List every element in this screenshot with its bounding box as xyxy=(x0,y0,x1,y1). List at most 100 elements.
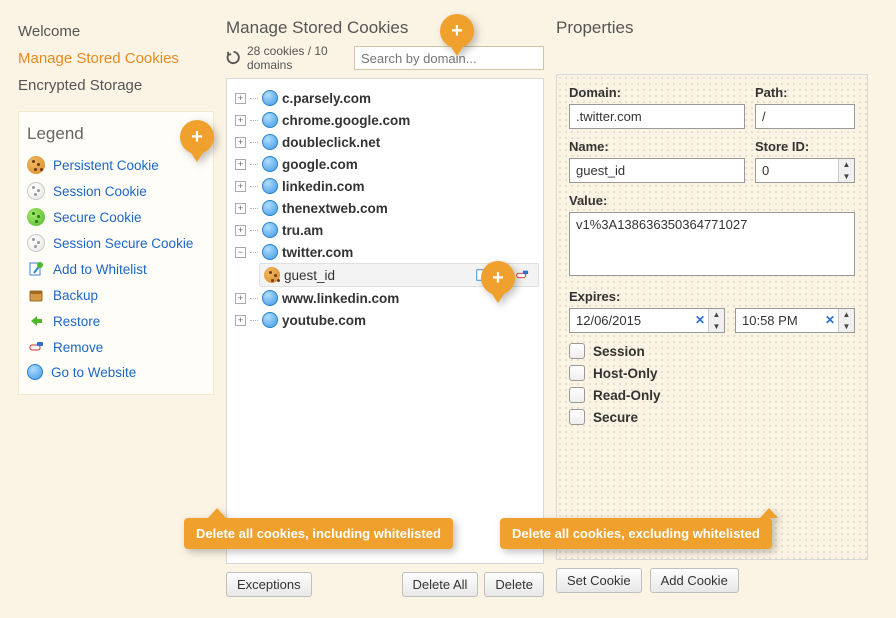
globe-icon xyxy=(262,90,278,106)
readonly-checkbox[interactable] xyxy=(569,387,585,403)
spin-up-icon[interactable]: ▲ xyxy=(839,309,854,321)
cookie-persistent-icon xyxy=(264,267,280,283)
domain-row[interactable]: + chrome.google.com xyxy=(231,109,539,131)
spin-down-icon[interactable]: ▼ xyxy=(839,171,854,183)
refresh-icon[interactable] xyxy=(226,50,241,66)
path-input[interactable] xyxy=(755,104,855,129)
domain-row[interactable]: +thenextweb.com xyxy=(231,197,539,219)
cookie-persistent-icon xyxy=(27,156,45,174)
domain-name: c.parsely.com xyxy=(282,91,371,106)
globe-icon xyxy=(262,200,278,216)
properties-title: Properties xyxy=(556,18,868,40)
domain-name: tru.am xyxy=(282,223,323,238)
domain-name: youtube.com xyxy=(282,313,366,328)
legend-remove[interactable]: Remove xyxy=(27,334,205,360)
expires-label: Expires: xyxy=(569,289,855,304)
clear-date-icon[interactable]: ✕ xyxy=(695,313,705,327)
domain-label: Domain: xyxy=(569,85,745,100)
legend-backup[interactable]: Backup xyxy=(27,282,205,308)
domain-name: google.com xyxy=(282,157,358,172)
domain-row[interactable]: − twitter.com xyxy=(231,241,539,263)
whitelist-icon xyxy=(27,260,45,278)
delete-all-button[interactable]: Delete All xyxy=(402,572,479,597)
domain-row[interactable]: + tru.am xyxy=(231,219,539,241)
legend-label: Remove xyxy=(53,340,103,355)
name-input[interactable] xyxy=(569,158,745,183)
legend-session-secure-cookie[interactable]: Session Secure Cookie xyxy=(27,230,205,256)
legend-goto-website[interactable]: Go to Website xyxy=(27,360,205,384)
expand-icon[interactable]: + xyxy=(235,225,246,236)
expand-icon[interactable]: + xyxy=(235,137,246,148)
domain-row[interactable]: + doubleclick.net xyxy=(231,131,539,153)
domain-name: twitter.com xyxy=(282,245,353,260)
spin-up-icon[interactable]: ▲ xyxy=(709,309,724,321)
callout-plus-row: + xyxy=(481,261,515,303)
expires-time-input[interactable] xyxy=(735,308,855,333)
domain-input[interactable] xyxy=(569,104,745,129)
readonly-label: Read-Only xyxy=(593,388,661,403)
domain-name: chrome.google.com xyxy=(282,113,410,128)
legend-label: Backup xyxy=(53,288,98,303)
legend-label: Secure Cookie xyxy=(53,210,142,225)
domain-name: linkedin.com xyxy=(282,179,365,194)
expand-icon[interactable]: + xyxy=(235,315,246,326)
spin-down-icon[interactable]: ▼ xyxy=(839,321,854,333)
expand-icon[interactable]: + xyxy=(235,93,246,104)
expand-icon[interactable]: + xyxy=(235,181,246,192)
legend-secure-cookie[interactable]: Secure Cookie xyxy=(27,204,205,230)
expand-icon[interactable]: + xyxy=(235,115,246,126)
spin-up-icon[interactable]: ▲ xyxy=(839,159,854,171)
restore-icon xyxy=(27,312,45,330)
exceptions-button[interactable]: Exceptions xyxy=(226,572,312,597)
callout-plus-title: + xyxy=(440,14,474,56)
legend-label: Restore xyxy=(53,314,100,329)
delete-button[interactable]: Delete xyxy=(484,572,544,597)
remove-icon[interactable] xyxy=(514,267,530,283)
domain-row[interactable]: + youtube.com xyxy=(231,309,539,331)
session-label: Session xyxy=(593,344,645,359)
globe-icon xyxy=(27,364,43,380)
clear-time-icon[interactable]: ✕ xyxy=(825,313,835,327)
domain-row[interactable]: + linkedin.com xyxy=(231,175,539,197)
secure-label: Secure xyxy=(593,410,638,425)
cookie-session-icon xyxy=(27,182,45,200)
collapse-icon[interactable]: − xyxy=(235,247,246,258)
nav-encrypted-storage[interactable]: Encrypted Storage xyxy=(18,72,214,99)
domain-name: doubleclick.net xyxy=(282,135,380,150)
legend-restore[interactable]: Restore xyxy=(27,308,205,334)
backup-icon xyxy=(27,286,45,304)
secure-checkbox[interactable] xyxy=(569,409,585,425)
globe-icon xyxy=(262,244,278,260)
session-checkbox[interactable] xyxy=(569,343,585,359)
manage-title: Manage Stored Cookies xyxy=(226,18,544,40)
expand-icon[interactable]: + xyxy=(235,203,246,214)
legend-persistent-cookie[interactable]: Persistent Cookie xyxy=(27,152,205,178)
value-label: Value: xyxy=(569,193,855,208)
expand-icon[interactable]: + xyxy=(235,159,246,170)
spin-down-icon[interactable]: ▼ xyxy=(709,321,724,333)
cookie-session-secure-icon xyxy=(27,234,45,252)
expand-icon[interactable]: + xyxy=(235,293,246,304)
legend-label: Session Secure Cookie xyxy=(53,236,193,251)
domain-row[interactable]: + google.com xyxy=(231,153,539,175)
cookie-tree: + c.parsely.com + chrome.google.com + doubl… xyxy=(226,78,544,564)
legend-label: Add to Whitelist xyxy=(53,262,147,277)
add-cookie-button[interactable]: Add Cookie xyxy=(650,568,739,593)
legend-label: Session Cookie xyxy=(53,184,147,199)
globe-icon xyxy=(262,222,278,238)
cookie-secure-icon xyxy=(27,208,45,226)
globe-icon xyxy=(262,312,278,328)
tooltip-delete: Delete all cookies, excluding whiteliste… xyxy=(500,518,772,549)
legend-session-cookie[interactable]: Session Cookie xyxy=(27,178,205,204)
set-cookie-button[interactable]: Set Cookie xyxy=(556,568,642,593)
legend-whitelist[interactable]: Add to Whitelist xyxy=(27,256,205,282)
legend-label: Persistent Cookie xyxy=(53,158,159,173)
hostonly-checkbox[interactable] xyxy=(569,365,585,381)
nav-manage-cookies[interactable]: Manage Stored Cookies xyxy=(18,45,214,72)
globe-icon xyxy=(262,178,278,194)
domain-row[interactable]: + c.parsely.com xyxy=(231,87,539,109)
globe-icon xyxy=(262,290,278,306)
value-input[interactable] xyxy=(569,212,855,276)
name-label: Name: xyxy=(569,139,745,154)
nav-welcome[interactable]: Welcome xyxy=(18,18,214,45)
